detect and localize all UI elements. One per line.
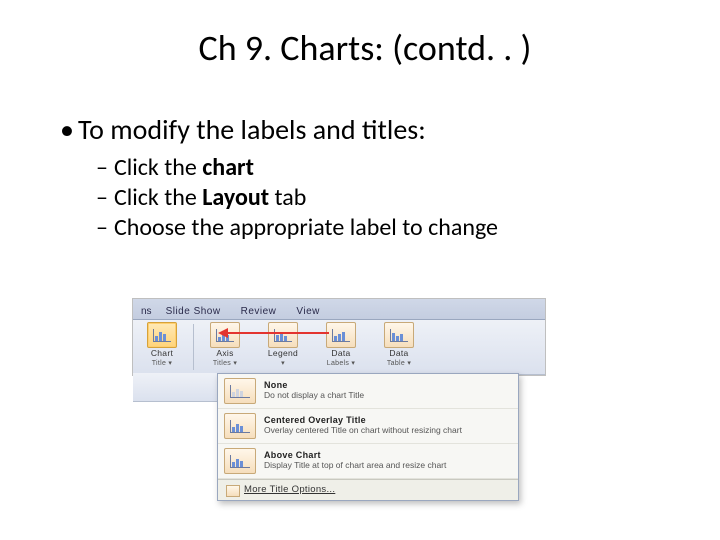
legend-button[interactable]: Legend▾ — [254, 320, 312, 374]
dash-icon: – — [96, 213, 108, 243]
ribbon-screenshot: ns Slide Show Review View ChartTitle ▾ A… — [132, 298, 546, 376]
slide-body: • To modify the labels and titles: – Cli… — [60, 112, 660, 243]
tab-review[interactable]: Review — [231, 304, 287, 319]
sub-bullet: – Choose the appropriate label to change — [96, 213, 660, 243]
sub-text: Click the Layout tab — [114, 183, 306, 213]
menu-item-centered-overlay[interactable]: Centered Overlay TitleOverlay centered T… — [218, 409, 518, 444]
slide-title: Ch 9. Charts: (contd. . ) — [70, 26, 660, 70]
sub-text: Choose the appropriate label to change — [114, 213, 498, 243]
ribbon-tabs: ns Slide Show Review View — [133, 299, 545, 320]
data-table-button[interactable]: DataTable ▾ — [370, 320, 428, 374]
chart-icon — [147, 322, 177, 348]
sub-bullet: – Click the chart — [96, 153, 660, 183]
thumb-icon — [224, 378, 256, 404]
ribbon-stub — [133, 373, 218, 402]
red-arrow-annotation — [221, 332, 329, 334]
sub-bullet: – Click the Layout tab — [96, 183, 660, 213]
chart-icon — [326, 322, 356, 348]
thumb-icon — [224, 413, 256, 439]
chart-title-button[interactable]: ChartTitle ▾ — [133, 320, 191, 374]
chart-icon — [384, 322, 414, 348]
slide: Ch 9. Charts: (contd. . ) • To modify th… — [0, 0, 720, 540]
tab-view[interactable]: View — [286, 304, 330, 319]
chart-title-menu: NoneDo not display a chart Title Centere… — [217, 373, 519, 501]
menu-more-title-options[interactable]: More Title Options... — [218, 479, 518, 500]
bullet-text: To modify the labels and titles: — [78, 112, 426, 147]
menu-item-above-chart[interactable]: Above ChartDisplay Title at top of chart… — [218, 444, 518, 479]
separator — [193, 324, 194, 370]
dash-icon: – — [96, 183, 108, 213]
tab-slide-show[interactable]: Slide Show — [156, 304, 231, 319]
ribbon-row: ChartTitle ▾ AxisTitles ▾ Legend▾ DataLa… — [133, 320, 545, 375]
menu-item-none[interactable]: NoneDo not display a chart Title — [218, 374, 518, 409]
data-labels-button[interactable]: DataLabels ▾ — [312, 320, 370, 374]
thumb-icon — [224, 448, 256, 474]
sub-text: Click the chart — [114, 153, 254, 183]
tab-fragment: ns — [137, 304, 156, 319]
bullet-dot: • — [60, 112, 70, 147]
dash-icon: – — [96, 153, 108, 183]
chart-icon — [268, 322, 298, 348]
bullet-level1: • To modify the labels and titles: — [60, 112, 660, 147]
sub-bullets: – Click the chart – Click the Layout tab… — [96, 153, 660, 243]
